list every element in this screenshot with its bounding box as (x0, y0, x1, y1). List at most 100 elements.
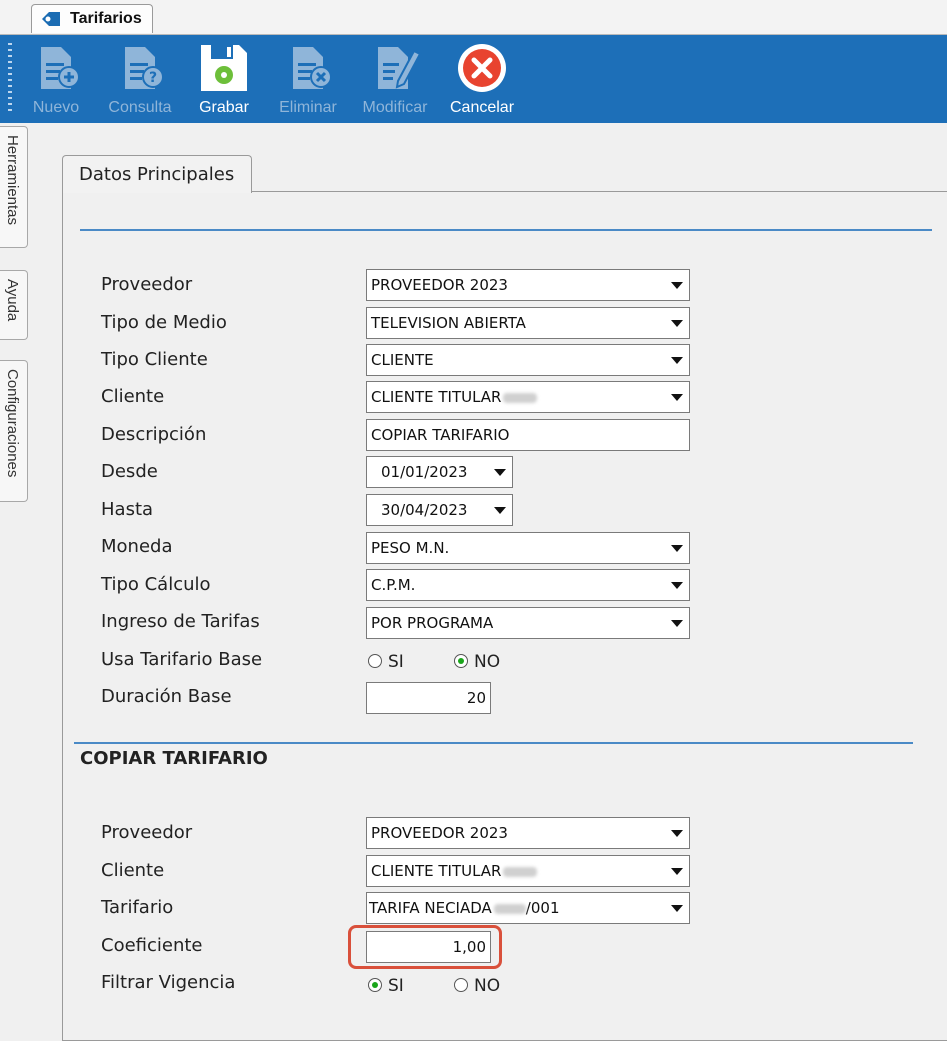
cancel-button[interactable]: Cancelar (442, 41, 522, 119)
filtrar-vigencia-no-radio[interactable]: NO (454, 976, 514, 998)
delete-document-icon (293, 47, 332, 89)
usa-tarifario-base-si-radio[interactable]: SI (368, 652, 418, 674)
usa-tarifario-base-si-label: SI (388, 652, 404, 672)
tipo-calculo-value: C.P.M. (371, 576, 416, 594)
sidetab-herramientas-label: Herramientas (4, 135, 21, 226)
desde-value: 01/01/2023 (381, 463, 468, 481)
chevron-down-icon[interactable] (665, 382, 689, 412)
moneda-value: PESO M.N. (371, 539, 450, 557)
tipo-calculo-select[interactable]: C.P.M. (366, 569, 690, 601)
hasta-value: 30/04/2023 (381, 501, 468, 519)
tab-datos-principales[interactable]: Datos Principales (62, 155, 252, 193)
tarifario-select[interactable]: TARIFA NECIADA/001 (366, 892, 690, 924)
chevron-down-icon[interactable] (665, 570, 689, 600)
filtrar-vigencia-si-label: SI (388, 976, 404, 996)
delete-button-label: Eliminar (279, 99, 337, 116)
filtrar-vigencia-si-radio[interactable]: SI (368, 976, 418, 998)
cancel-button-label: Cancelar (449, 99, 515, 116)
redacted-text (493, 903, 526, 914)
copy-cliente-label: Cliente (101, 860, 165, 881)
chevron-down-icon[interactable] (665, 345, 689, 375)
tipo-cliente-value: CLIENTE (371, 351, 434, 369)
tipo-cliente-select[interactable]: CLIENTE (366, 344, 690, 376)
proveedor-select[interactable]: PROVEEDOR 2023 (366, 269, 690, 301)
tipo-medio-value: TELEVISION ABIERTA (371, 314, 526, 332)
tab-datos-principales-label: Datos Principales (79, 164, 235, 185)
chevron-down-icon[interactable] (665, 270, 689, 300)
moneda-select[interactable]: PESO M.N. (366, 532, 690, 564)
new-button-label: Nuevo (32, 99, 80, 116)
sidetab-ayuda-label: Ayuda (4, 279, 21, 322)
chevron-down-icon[interactable] (665, 308, 689, 338)
copy-proveedor-value: PROVEEDOR 2023 (371, 824, 508, 842)
modify-button[interactable]: Modificar (355, 41, 435, 119)
descripcion-input[interactable]: COPIAR TARIFARIO (366, 419, 690, 451)
sidetab-configuraciones-label: Configuraciones (4, 369, 21, 478)
radio-on-icon (368, 978, 382, 992)
hasta-date-picker[interactable]: 30/04/2023 (366, 494, 513, 526)
query-button[interactable]: ? Consulta (100, 41, 180, 119)
ingreso-tarifas-select[interactable]: POR PROGRAMA (366, 607, 690, 639)
duracion-base-value: 20 (466, 689, 486, 707)
highlight-box (348, 925, 502, 969)
radio-off-icon (368, 654, 382, 668)
query-button-label: Consulta (108, 99, 172, 116)
save-button-label: Grabar (199, 99, 249, 116)
modify-button-label: Modificar (362, 99, 428, 116)
tag-icon (42, 12, 60, 26)
chevron-down-icon[interactable] (665, 533, 689, 563)
chevron-down-icon[interactable] (665, 818, 689, 848)
tipo-medio-label: Tipo de Medio (101, 312, 227, 333)
sidetab-configuraciones[interactable]: Configuraciones (0, 360, 28, 502)
tarifario-label: Tarifario (101, 897, 174, 918)
sidetab-ayuda[interactable]: Ayuda (0, 270, 28, 340)
delete-button[interactable]: Eliminar (268, 41, 348, 119)
tab-tarifarios[interactable]: Tarifarios (31, 4, 153, 33)
moneda-label: Moneda (101, 536, 173, 557)
copy-cliente-value: CLIENTE TITULAR (371, 862, 502, 880)
sidetab-herramientas[interactable]: Herramientas (0, 126, 28, 248)
chevron-down-icon[interactable] (488, 457, 512, 487)
cliente-select[interactable]: CLIENTE TITULAR (366, 381, 690, 413)
tipo-cliente-label: Tipo Cliente (101, 349, 208, 370)
radio-off-icon (454, 978, 468, 992)
new-button[interactable]: Nuevo (16, 41, 96, 119)
filtrar-vigencia-label: Filtrar Vigencia (101, 972, 236, 993)
descripcion-value: COPIAR TARIFARIO (371, 426, 510, 444)
usa-tarifario-base-no-radio[interactable]: NO (454, 652, 514, 674)
new-document-icon (41, 47, 80, 89)
cancel-icon (458, 44, 506, 92)
copy-cliente-select[interactable]: CLIENTE TITULAR (366, 855, 690, 887)
duracion-base-input[interactable]: 20 (366, 682, 491, 714)
toolbar-grip[interactable] (8, 43, 12, 115)
section-divider (74, 742, 913, 744)
svg-text:?: ? (149, 70, 157, 86)
duracion-base-label: Duración Base (101, 686, 232, 707)
desde-label: Desde (101, 461, 158, 482)
radio-on-icon (454, 654, 468, 668)
desde-date-picker[interactable]: 01/01/2023 (366, 456, 513, 488)
chevron-down-icon[interactable] (665, 893, 689, 923)
filtrar-vigencia-no-label: NO (474, 976, 501, 996)
ingreso-tarifas-value: POR PROGRAMA (371, 614, 494, 632)
copy-section-title: COPIAR TARIFARIO (80, 748, 268, 769)
proveedor-value: PROVEEDOR 2023 (371, 276, 508, 294)
copy-proveedor-select[interactable]: PROVEEDOR 2023 (366, 817, 690, 849)
tipo-medio-select[interactable]: TELEVISION ABIERTA (366, 307, 690, 339)
save-button[interactable]: Grabar (184, 41, 264, 119)
redacted-text (503, 866, 538, 877)
chevron-down-icon[interactable] (665, 608, 689, 638)
section-divider (80, 229, 932, 231)
toolbar: Nuevo ? Consulta Grabar Eliminar Modific… (0, 35, 947, 123)
query-document-icon: ? (125, 47, 164, 89)
save-icon (201, 45, 247, 91)
descripcion-label: Descripción (101, 424, 207, 445)
copy-proveedor-label: Proveedor (101, 822, 193, 843)
redacted-text (503, 392, 538, 403)
cliente-label: Cliente (101, 386, 165, 407)
chevron-down-icon[interactable] (665, 856, 689, 886)
usa-tarifario-base-label: Usa Tarifario Base (101, 649, 263, 670)
tab-title: Tarifarios (70, 10, 142, 27)
chevron-down-icon[interactable] (488, 495, 512, 525)
ingreso-tarifas-label: Ingreso de Tarifas (101, 611, 260, 632)
